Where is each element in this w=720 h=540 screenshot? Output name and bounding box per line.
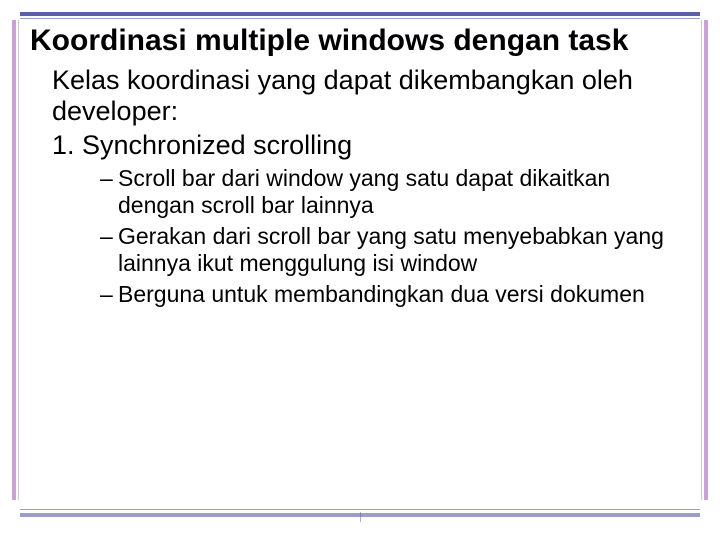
- sub-bullet: Gerakan dari scroll bar yang satu menyeb…: [100, 223, 680, 277]
- sub-bullet-list: Scroll bar dari window yang satu dapat d…: [100, 165, 680, 309]
- bottom-border: [20, 509, 700, 510]
- slide: Koordinasi multiple windows dengan task …: [0, 0, 720, 540]
- sub-bullet: Scroll bar dari window yang satu dapat d…: [100, 165, 680, 219]
- intro-text: Kelas koordinasi yang dapat dikembangkan…: [52, 65, 680, 127]
- left-border: [12, 20, 16, 500]
- numbered-item-1: 1. Synchronized scrolling: [52, 129, 680, 161]
- slide-title: Koordinasi multiple windows dengan task: [30, 24, 680, 59]
- slide-content: Koordinasi multiple windows dengan task …: [30, 24, 680, 313]
- sub-bullet: Berguna untuk membandingkan dua versi do…: [100, 281, 680, 308]
- right-border: [704, 20, 708, 500]
- top-border: [20, 12, 700, 16]
- bottom-tick: [360, 512, 361, 522]
